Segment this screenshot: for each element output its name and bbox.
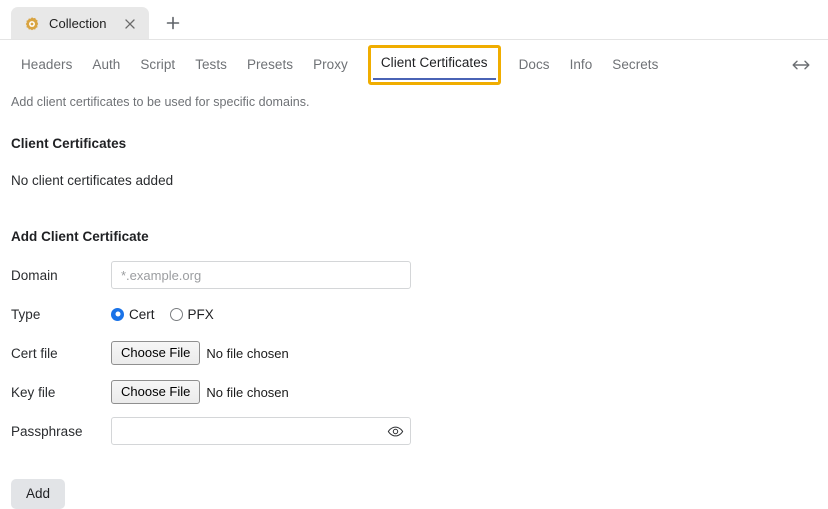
certificates-list-heading: Client Certificates — [11, 136, 127, 151]
tab-client-certificates-wrapper: Client Certificates — [367, 44, 501, 86]
key-file-row: Key file Choose File No file chosen — [11, 377, 814, 407]
radio-option-pfx[interactable]: PFX — [169, 306, 214, 322]
key-file-input[interactable]: Choose File No file chosen — [111, 379, 289, 405]
cert-file-choose-button[interactable]: Choose File — [111, 340, 201, 366]
settings-tab-list: Headers Auth Script Tests Presets Proxy … — [11, 44, 782, 86]
domain-row: Domain — [11, 260, 814, 290]
key-file-choose-button[interactable]: Choose File — [111, 379, 201, 405]
resize-horizontal-icon[interactable] — [788, 52, 814, 78]
cert-file-input[interactable]: Choose File No file chosen — [111, 340, 289, 366]
passphrase-field-wrapper — [111, 417, 411, 445]
type-radio-group: Cert PFX — [111, 307, 214, 322]
tab-headers[interactable]: Headers — [11, 51, 82, 79]
eye-icon[interactable] — [386, 422, 404, 440]
add-certificate-heading: Add Client Certificate — [11, 229, 149, 244]
empty-state-message: No client certificates added — [11, 173, 174, 188]
passphrase-row: Passphrase — [11, 416, 814, 446]
cert-file-row: Cert file Choose File No file chosen — [11, 338, 814, 368]
tab-docs[interactable]: Docs — [509, 51, 560, 79]
collection-gear-icon — [24, 16, 40, 32]
panel-description: Add client certificates to be used for s… — [11, 95, 310, 109]
passphrase-label: Passphrase — [11, 423, 83, 439]
type-row: Type Cert PFX — [11, 299, 814, 329]
radio-indicator-pfx — [169, 307, 183, 321]
tab-tests[interactable]: Tests — [185, 51, 237, 79]
cert-file-status: No file chosen — [206, 345, 289, 361]
browser-tab-title: Collection — [49, 16, 107, 31]
radio-label-pfx: PFX — [187, 306, 214, 322]
radio-indicator-cert — [111, 307, 124, 321]
tab-client-certificates[interactable]: Client Certificates — [372, 50, 496, 81]
add-certificate-form: Domain Type Cert PFX Cert file Choose Fi… — [11, 260, 814, 509]
cert-file-label: Cert file — [11, 345, 58, 361]
new-tab-button[interactable] — [159, 9, 187, 37]
domain-label: Domain — [11, 267, 58, 283]
domain-input[interactable] — [111, 261, 411, 289]
tab-proxy[interactable]: Proxy — [303, 51, 358, 79]
focus-ring: Client Certificates — [367, 44, 501, 86]
add-certificate-button[interactable]: Add — [11, 479, 66, 509]
key-file-status: No file chosen — [206, 384, 289, 400]
key-file-label: Key file — [11, 384, 56, 400]
tab-info[interactable]: Info — [560, 51, 603, 79]
browser-tab-collection[interactable]: Collection — [11, 7, 149, 40]
tab-presets[interactable]: Presets — [237, 51, 303, 79]
type-label: Type — [11, 306, 41, 322]
tab-secrets[interactable]: Secrets — [602, 51, 668, 79]
passphrase-input[interactable] — [111, 417, 411, 445]
radio-option-cert[interactable]: Cert — [111, 307, 155, 322]
plus-icon — [166, 16, 180, 30]
client-certificates-panel: Add client certificates to be used for s… — [0, 95, 828, 509]
tab-script[interactable]: Script — [130, 51, 185, 79]
settings-tab-bar: Headers Auth Script Tests Presets Proxy … — [0, 40, 828, 90]
browser-tab-strip: Collection — [0, 0, 828, 40]
tab-auth[interactable]: Auth — [82, 51, 130, 79]
radio-label-cert: Cert — [129, 306, 155, 322]
close-icon[interactable] — [122, 15, 139, 32]
